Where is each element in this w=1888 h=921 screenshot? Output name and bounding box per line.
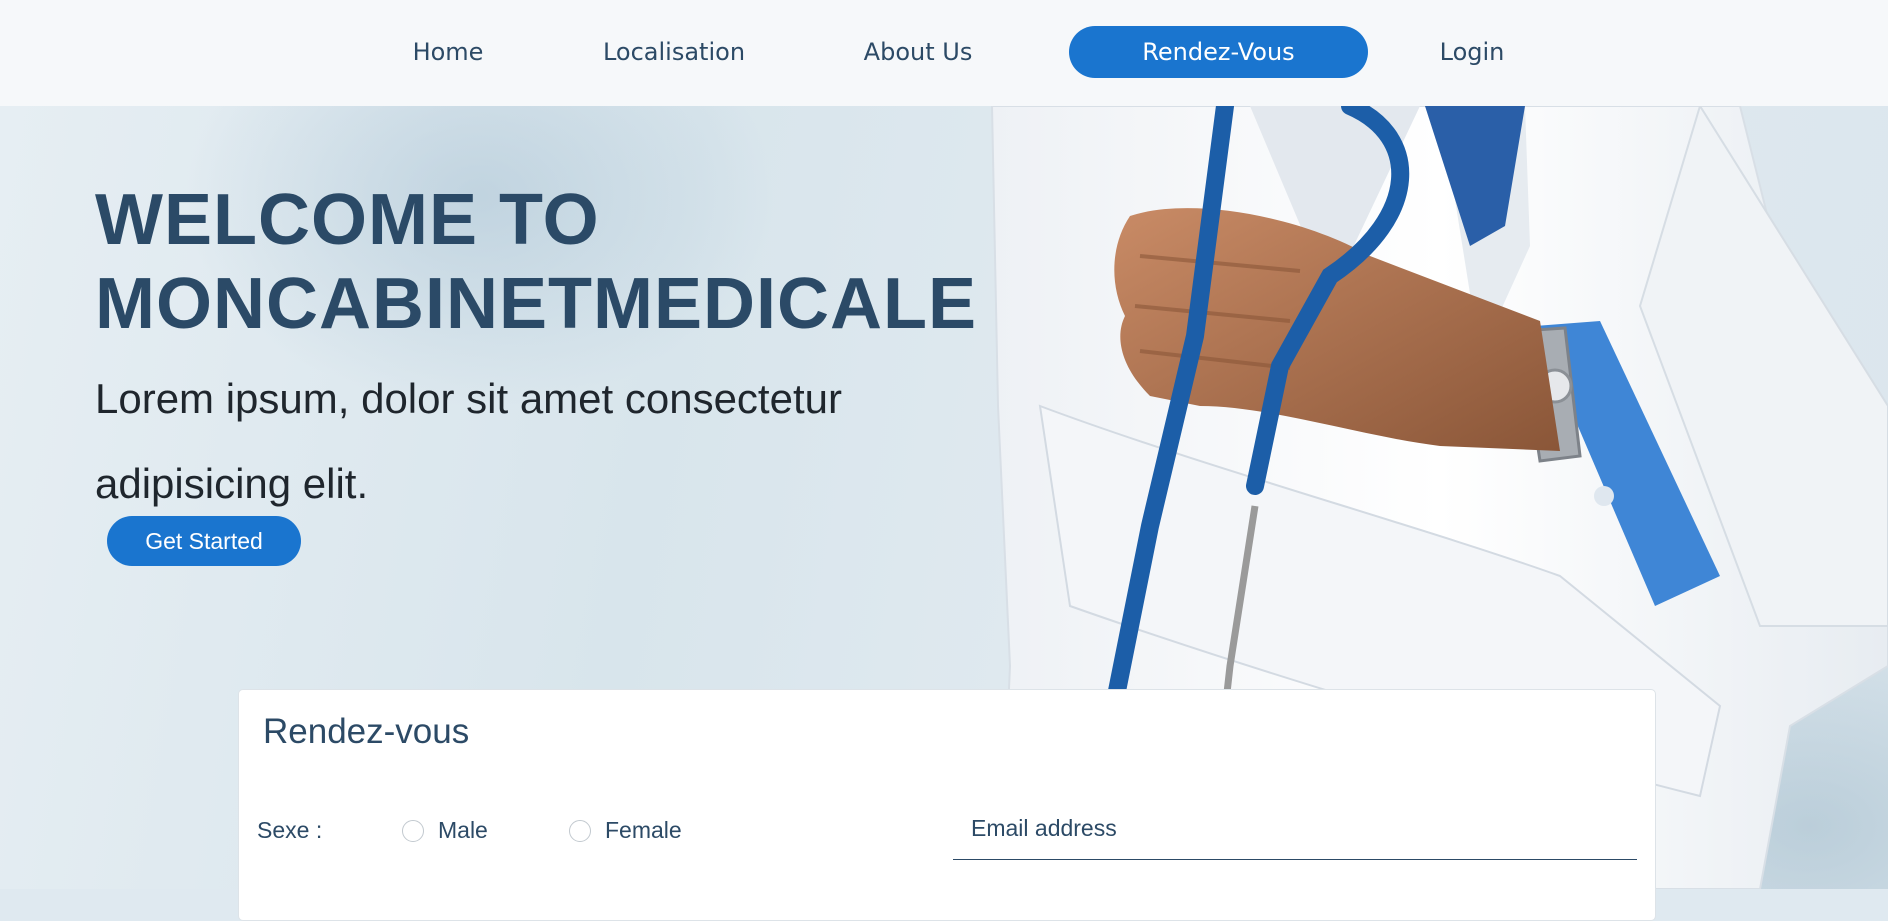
male-radio[interactable] xyxy=(402,819,424,842)
rendezvous-form-card: Rendez-vous Sexe : Male Female xyxy=(238,689,1656,921)
sexe-label: Sexe : xyxy=(257,817,323,843)
nav-rendezvous-link[interactable]: Rendez-Vous xyxy=(1069,26,1368,78)
nav-localisation-link[interactable]: Localisation xyxy=(590,26,758,78)
male-label: Male xyxy=(438,817,488,843)
hero-subtitle: Lorem ipsum, dolor sit amet consectetur … xyxy=(95,375,842,507)
hero-title-line1: WELCOME TO xyxy=(95,180,600,260)
nav-about-link[interactable]: About Us xyxy=(850,26,986,78)
top-navbar: Home Localisation About Us Rendez-Vous L… xyxy=(0,0,1888,106)
hero-title: WELCOME TO MONCABINETMEDICALE xyxy=(95,178,977,346)
female-label: Female xyxy=(605,817,682,843)
nav-login-link[interactable]: Login xyxy=(1432,26,1512,78)
hero-title-line2: MONCABINETMEDICALE xyxy=(95,264,977,344)
email-field[interactable] xyxy=(953,798,1637,860)
gender-female-option[interactable]: Female xyxy=(569,817,682,844)
get-started-button[interactable]: Get Started xyxy=(107,516,301,566)
form-title: Rendez-vous xyxy=(263,712,470,751)
nav-home-link[interactable]: Home xyxy=(388,26,508,78)
female-radio[interactable] xyxy=(569,819,591,842)
gender-male-option[interactable]: Male xyxy=(402,817,488,844)
